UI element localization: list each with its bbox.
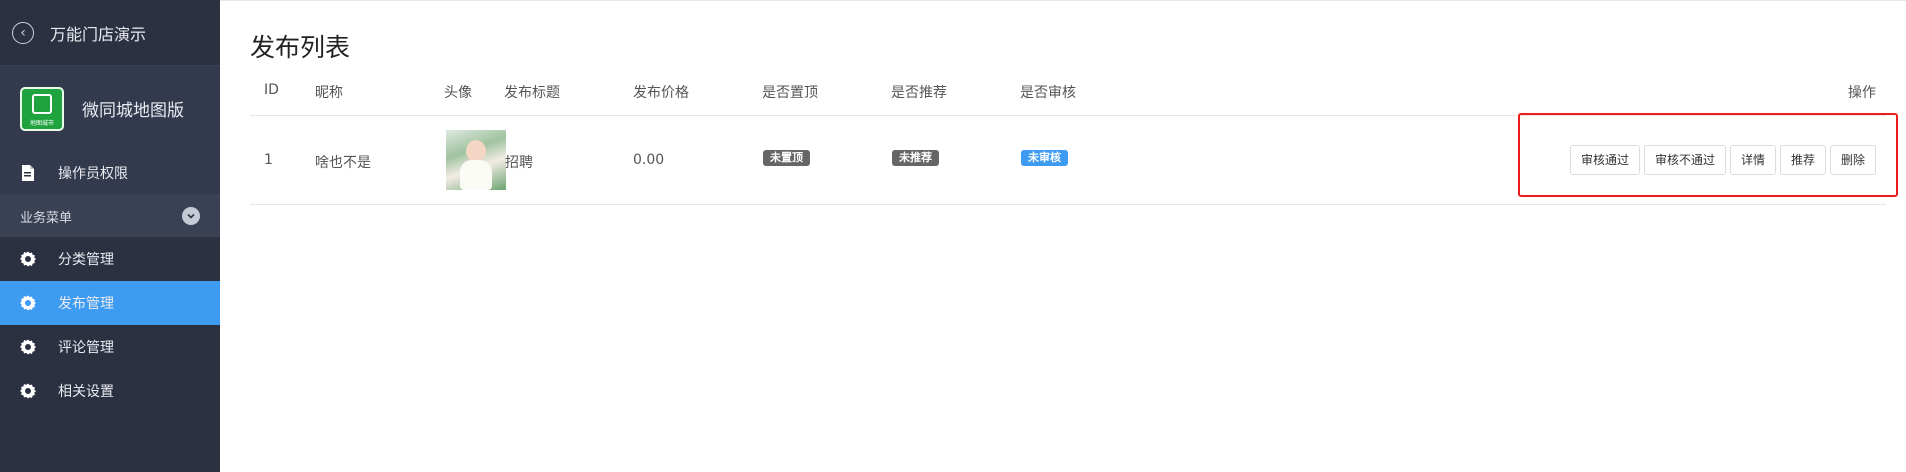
sidebar-item-label: 评论管理 [58, 340, 114, 356]
col-header-id: ID [264, 82, 279, 98]
status-badge-top: 未置顶 [763, 150, 810, 166]
col-header-price: 发布价格 [633, 85, 689, 101]
row-divider [250, 204, 1886, 205]
brand-name: 微同城地图版 [82, 101, 184, 121]
col-header-nickname: 昵称 [315, 85, 343, 101]
back-arrow-icon[interactable]: ‹ [12, 21, 34, 44]
cell-id: 1 [264, 152, 273, 168]
main-content: 发布列表 ID 昵称 头像 发布标题 发布价格 是否置顶 是否推荐 是否审核 操… [220, 0, 1906, 472]
col-header-actions: 操作 [1848, 85, 1876, 101]
col-header-top: 是否置顶 [762, 85, 818, 101]
app-title: 万能门店演示 [50, 24, 147, 44]
sidebar-item-settings[interactable]: 相关设置 [0, 369, 220, 413]
actions-highlight-box [1518, 113, 1898, 197]
cell-nickname: 啥也不是 [315, 155, 371, 171]
top-divider [220, 0, 1906, 1]
col-header-avatar: 头像 [444, 85, 472, 101]
sidebar-item-publish[interactable]: 发布管理 [0, 281, 220, 325]
logo-caption: 地图城市 [29, 119, 54, 127]
brand-block: 地图城市 微同城地图版 [0, 66, 220, 151]
sidebar-item-category[interactable]: 分类管理 [0, 237, 220, 281]
gear-icon [18, 337, 38, 357]
sidebar-item-label: 操作员权限 [58, 165, 128, 182]
map-logo-icon: 地图城市 [20, 86, 64, 131]
col-header-title: 发布标题 [504, 85, 560, 101]
gear-icon [18, 381, 38, 401]
sidebar: ‹ 万能门店演示 地图城市 微同城地图版 操作员权限 业务菜单 分类管理 发布管… [0, 0, 220, 472]
business-menu-section[interactable]: 业务菜单 [0, 195, 220, 237]
section-label: 业务菜单 [20, 210, 73, 226]
sidebar-item-operator-permissions[interactable]: 操作员权限 [0, 151, 220, 195]
cell-title: 招聘 [505, 155, 533, 171]
sidebar-header: ‹ 万能门店演示 [0, 0, 220, 66]
gear-icon [18, 293, 38, 313]
cell-price: 0.00 [633, 152, 665, 168]
gear-icon [18, 249, 38, 269]
status-badge-recommend: 未推荐 [892, 150, 939, 166]
status-badge-approve: 未审核 [1021, 150, 1068, 166]
sidebar-item-comments[interactable]: 评论管理 [0, 325, 220, 369]
sidebar-item-label: 相关设置 [58, 384, 114, 400]
col-header-approve: 是否审核 [1020, 85, 1076, 101]
sidebar-item-label: 发布管理 [58, 296, 114, 312]
page-title: 发布列表 [250, 33, 351, 62]
chevron-down-icon[interactable] [182, 207, 200, 225]
sidebar-item-label: 分类管理 [58, 252, 114, 268]
avatar [446, 130, 506, 190]
col-header-recommend: 是否推荐 [891, 85, 947, 101]
document-icon [18, 163, 38, 183]
